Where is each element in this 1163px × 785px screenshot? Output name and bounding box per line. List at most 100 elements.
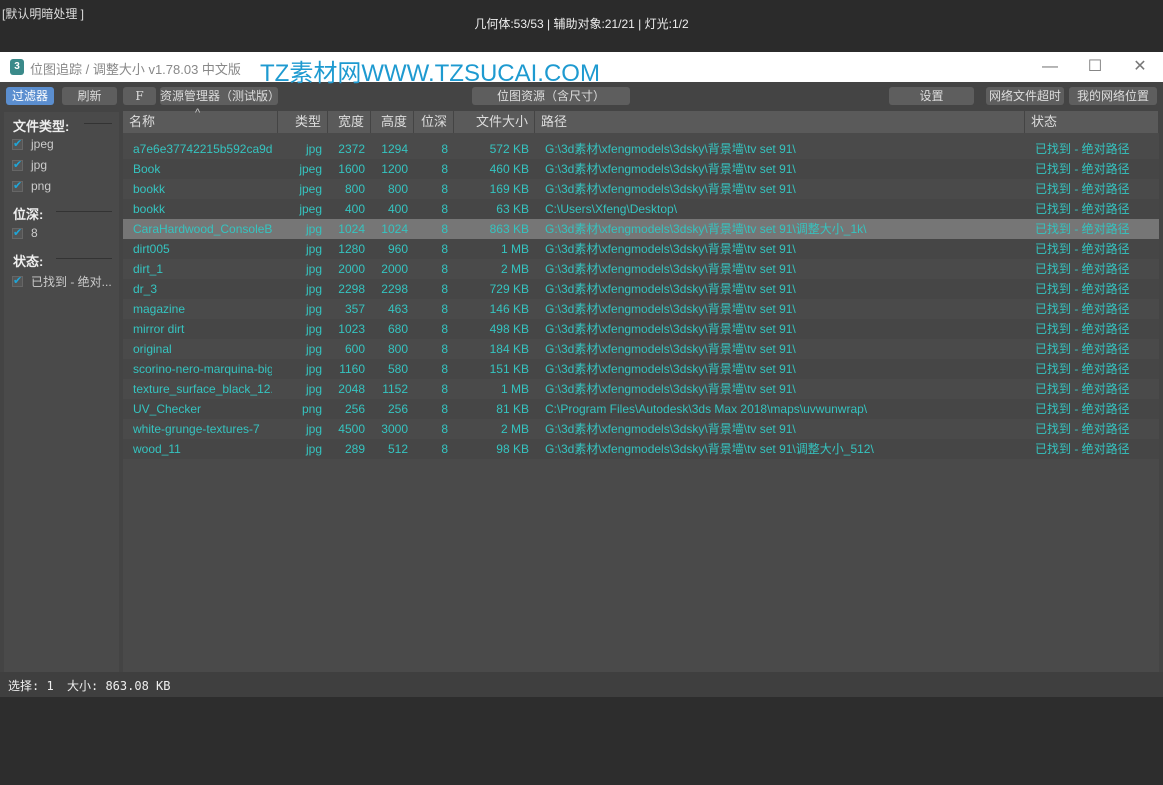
table-row[interactable]: dirt_1 jpg 2000 2000 8 2 MB G:\3d素材\xfengmodel… — [123, 259, 1159, 279]
cell-type: jpg — [305, 342, 322, 356]
column-header-status[interactable]: 状态 — [1025, 111, 1159, 133]
network-timeout-button[interactable]: 网络文件超时 — [986, 87, 1064, 105]
cell-bit-depth: 8 — [441, 322, 448, 336]
cell-name: UV_Checker — [133, 402, 202, 416]
table-row[interactable]: original jpg 600 800 8 184 KB G:\3d素材\xfengmod… — [123, 339, 1159, 359]
table-row[interactable]: bookk jpeg 400 400 8 63 KB C:\Users\Xfeng\Desk… — [123, 199, 1159, 219]
window-title: 位图追踪 / 调整大小 v1.78.03 中文版 — [30, 62, 241, 77]
cell-file-size: 63 KB — [496, 202, 529, 216]
cell-file-size: 151 KB — [489, 362, 529, 376]
table-row[interactable]: white-grunge-textures-7 jpg 4500 3000 8 2 MB G… — [123, 419, 1159, 439]
cell-height: 580 — [387, 362, 408, 376]
cell-path: G:\3d素材\xfengmodels\3dsky\背景墙\tv set 91\ — [545, 162, 796, 176]
table-row[interactable]: UV_Checker png 256 256 8 81 KB C:\Program File… — [123, 399, 1159, 419]
table-row[interactable]: wood_11 jpg 289 512 8 98 KB G:\3d素材\xfengmodel… — [123, 439, 1159, 459]
column-header-height[interactable]: 高度 — [371, 111, 414, 133]
column-header-name[interactable]: 名称 — [123, 111, 278, 133]
divider — [84, 123, 112, 124]
cell-status: 已找到 - 绝对路径 — [1035, 342, 1130, 356]
selection-count: 选择: 1 — [8, 679, 54, 693]
cell-file-size: 81 KB — [496, 402, 529, 416]
column-header-file-size[interactable]: 文件大小 — [454, 111, 535, 133]
cell-path: G:\3d素材\xfengmodels\3dsky\背景墙\tv set 91\… — [545, 442, 874, 456]
cell-name: bookk — [133, 182, 166, 196]
cell-bit-depth: 8 — [441, 202, 448, 216]
table-row[interactable]: mirror dirt jpg 1023 680 8 498 KB G:\3d素材\xfen… — [123, 319, 1159, 339]
cell-height: 463 — [387, 302, 408, 316]
checkbox-8bit[interactable]: ✔ — [12, 228, 23, 239]
minimize-icon[interactable]: — — [1035, 56, 1065, 78]
bitmap-resources-button[interactable]: 位图资源（含尺寸） — [472, 87, 630, 105]
cell-height: 680 — [387, 322, 408, 336]
cell-bit-depth: 8 — [441, 402, 448, 416]
bitmap-table: 名称 类型 宽度 高度 位深 文件大小 路径 状态 ^ a7e6e37742215b592ca9… — [123, 107, 1159, 672]
cell-path: G:\3d素材\xfengmodels\3dsky\背景墙\tv set 91\ — [545, 342, 796, 356]
cell-file-size: 184 KB — [489, 342, 529, 356]
table-row[interactable]: dirt005 jpg 1280 960 8 1 MB G:\3d素材\xfengmodel… — [123, 239, 1159, 259]
cell-bit-depth: 8 — [441, 222, 448, 236]
cell-type: jpg — [305, 382, 322, 396]
cell-file-size: 169 KB — [489, 182, 529, 196]
column-header-type[interactable]: 类型 — [278, 111, 328, 133]
column-header-path[interactable]: 路径 — [535, 111, 1025, 133]
cell-file-size: 498 KB — [489, 322, 529, 336]
bitmap-tracking-window: 3 位图追踪 / 调整大小 v1.78.03 中文版 TZ素材网WWW.TZSU… — [0, 52, 1163, 697]
status-heading: 状态: — [13, 254, 44, 269]
cell-status: 已找到 - 绝对路径 — [1035, 422, 1130, 436]
cell-path: G:\3d素材\xfengmodels\3dsky\背景墙\tv set 91\ — [545, 142, 796, 156]
maximize-icon[interactable]: ☐ — [1080, 56, 1110, 78]
settings-button[interactable]: 设置 — [889, 87, 974, 105]
file-type-heading: 文件类型: — [13, 119, 70, 134]
cell-file-size: 729 KB — [489, 282, 529, 296]
cell-width: 357 — [344, 302, 365, 316]
cell-name: dr_3 — [133, 282, 158, 296]
cell-name: wood_11 — [133, 442, 181, 456]
cell-height: 1152 — [382, 382, 408, 396]
column-header-bit-depth[interactable]: 位深 — [414, 111, 454, 133]
table-row[interactable]: Book jpeg 1600 1200 8 460 KB G:\3d素材\xfengmode… — [123, 159, 1159, 179]
checkbox-status-found[interactable]: ✔ — [12, 276, 23, 287]
cell-width: 256 — [344, 402, 365, 416]
filter-label-png: png — [31, 179, 52, 193]
table-row[interactable]: magazine jpg 357 463 8 146 KB G:\3d素材\xfengmod… — [123, 299, 1159, 319]
cell-name: original — [133, 342, 172, 356]
cell-bit-depth: 8 — [441, 342, 448, 356]
title-bar[interactable]: 3 位图追踪 / 调整大小 v1.78.03 中文版 TZ素材网WWW.TZSU… — [0, 52, 1163, 87]
cell-type: jpg — [305, 322, 322, 336]
cell-file-size: 572 KB — [489, 142, 529, 156]
close-icon[interactable]: ✕ — [1125, 56, 1155, 78]
table-header: 名称 类型 宽度 高度 位深 文件大小 路径 状态 ^ — [123, 107, 1159, 133]
my-network-location-button[interactable]: 我的网络位置 — [1069, 87, 1157, 105]
cell-path: G:\3d素材\xfengmodels\3dsky\背景墙\tv set 91\ — [545, 322, 796, 336]
resource-manager-button[interactable]: 资源管理器（测试版） — [160, 87, 280, 105]
filter-button[interactable]: 过滤器 — [6, 87, 54, 105]
filter-label-jpeg: jpeg — [31, 137, 54, 151]
cell-height: 800 — [387, 182, 408, 196]
cell-width: 2372 — [338, 142, 365, 156]
f-button[interactable]: F — [123, 87, 156, 105]
checkbox-jpeg[interactable]: ✔ — [12, 139, 23, 150]
checkbox-jpg[interactable]: ✔ — [12, 160, 23, 171]
cell-height: 960 — [387, 242, 408, 256]
column-header-width[interactable]: 宽度 — [328, 111, 371, 133]
cell-path: G:\3d素材\xfengmodels\3dsky\背景墙\tv set 91\ — [545, 382, 796, 396]
table-row[interactable]: bookk jpeg 800 800 8 169 KB G:\3d素材\xfengmodel… — [123, 179, 1159, 199]
table-row[interactable]: scorino-nero-marquina-big jpg 1160 580 8 151 … — [123, 359, 1159, 379]
cell-status: 已找到 - 绝对路径 — [1035, 322, 1130, 336]
filter-label-8bit: 8 — [31, 226, 38, 240]
scene-stats: 几何体:53/53 | 辅助对象:21/21 | 灯光:1/2 — [474, 17, 689, 31]
cell-name: white-grunge-textures-7 — [133, 422, 260, 436]
refresh-button[interactable]: 刷新 — [62, 87, 117, 105]
table-row[interactable]: dr_3 jpg 2298 2298 8 729 KB G:\3d素材\xfengmodel… — [123, 279, 1159, 299]
cell-path: G:\3d素材\xfengmodels\3dsky\背景墙\tv set 91\ — [545, 182, 796, 196]
checkbox-png[interactable]: ✔ — [12, 181, 23, 192]
cell-type: jpg — [305, 282, 322, 296]
cell-type: jpeg — [299, 202, 322, 216]
table-row[interactable]: CaraHardwood_ConsoleBi... jpg 1024 1024 8 863… — [123, 219, 1159, 239]
cell-height: 256 — [387, 402, 408, 416]
cell-status: 已找到 - 绝对路径 — [1035, 182, 1130, 196]
cell-status: 已找到 - 绝对路径 — [1035, 382, 1130, 396]
cell-name: scorino-nero-marquina-big — [133, 362, 272, 376]
table-row[interactable]: texture_surface_black_12... jpg 2048 1152 8 1… — [123, 379, 1159, 399]
table-row[interactable]: a7e6e37742215b592ca9d... jpg 2372 1294 8 572 … — [123, 139, 1159, 159]
